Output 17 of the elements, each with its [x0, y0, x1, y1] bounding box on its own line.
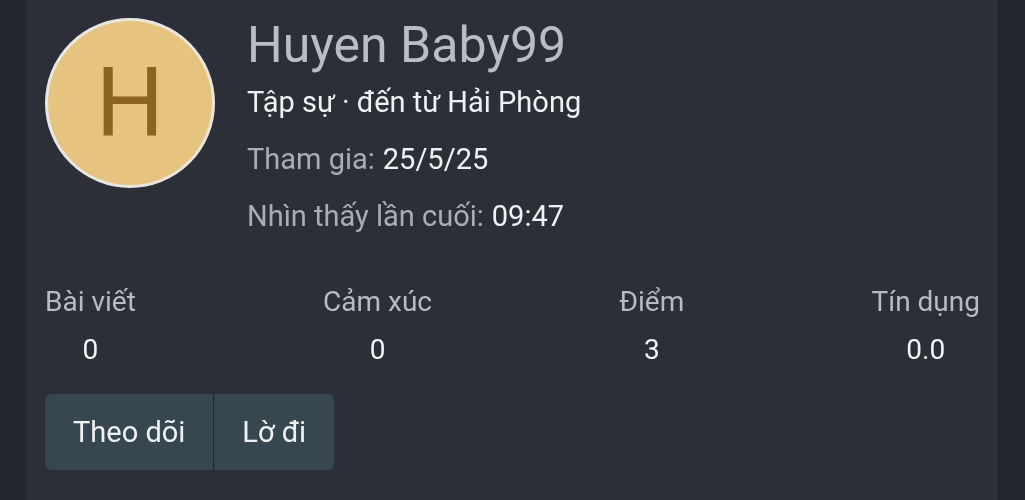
detail-value: 25/5/25 [382, 142, 489, 176]
stat-label: Bài viết [45, 284, 136, 320]
detail-label: Nhìn thấy lần cuối: [247, 199, 484, 233]
stat-value: 0.0 [906, 332, 946, 368]
user-name[interactable]: Huyen Baby99 [247, 14, 582, 76]
action-button[interactable]: Theo dõi [45, 394, 215, 470]
stat-value: 3 [643, 332, 660, 368]
user-title: Tập sự · đến từ Hải Phòng [247, 84, 582, 121]
stat-label: Cảm xúc [323, 284, 432, 320]
action-button[interactable]: Lờ đi [214, 394, 335, 470]
stat-label: Điểm [619, 284, 685, 320]
stat-label: Tín dụng [871, 284, 980, 320]
avatar: H [45, 18, 215, 188]
detail-label: Tham gia: [247, 142, 375, 176]
stat-value: 0 [369, 332, 386, 368]
stat-value: 0 [82, 332, 99, 368]
detail-value: 09:47 [491, 199, 565, 233]
